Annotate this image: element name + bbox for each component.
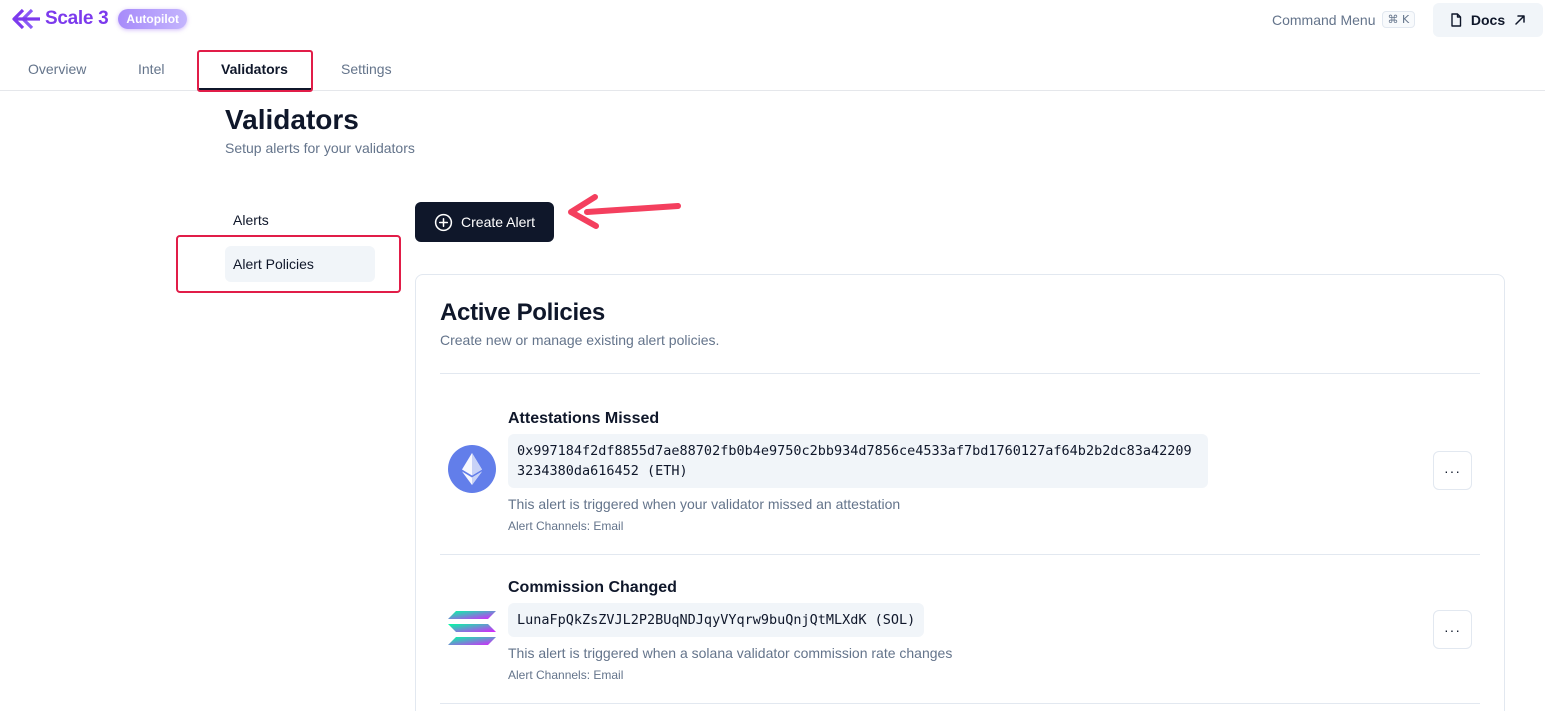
card-divider (440, 373, 1480, 374)
policy-description: This alert is triggered when your valida… (508, 496, 901, 512)
document-icon (1451, 13, 1462, 27)
command-menu[interactable]: Command Menu ⌘ K (1272, 11, 1416, 28)
create-alert-button[interactable]: Create Alert (415, 202, 554, 242)
page-subtitle: Setup alerts for your validators (225, 140, 415, 156)
policy-channels: Alert Channels: Email (508, 668, 624, 682)
validator-address: 0x997184f2df8855d7ae88702fb0b4e9750c2bb9… (508, 434, 1208, 488)
command-menu-shortcut: ⌘ K (1381, 11, 1416, 28)
scale3-logo-icon (12, 8, 40, 30)
policy-item: Commission Changed LunaFpQkZsZVJL2P2BUqN… (440, 579, 1480, 689)
active-policies-card: Active Policies Create new or manage exi… (415, 274, 1505, 711)
card-title: Active Policies (440, 299, 605, 326)
policy-divider (440, 554, 1480, 555)
docs-button[interactable]: Docs (1433, 3, 1543, 37)
policy-title: Commission Changed (508, 579, 677, 596)
tab-settings[interactable]: Settings (341, 48, 392, 90)
card-subtitle: Create new or manage existing alert poli… (440, 332, 720, 348)
policy-description: This alert is triggered when a solana va… (508, 645, 953, 661)
policy-divider (440, 703, 1480, 704)
policy-channels: Alert Channels: Email (508, 519, 624, 533)
policy-item: Attestations Missed 0x997184f2df8855d7ae… (440, 410, 1480, 533)
external-link-arrow-icon (1515, 15, 1525, 25)
validator-address: LunaFpQkZsZVJL2P2BUqNDJqyVYqrw9buQnjQtML… (508, 603, 925, 637)
side-nav-alerts[interactable]: Alerts (225, 202, 375, 238)
create-alert-label: Create Alert (461, 214, 535, 230)
annotation-arrow-icon (568, 194, 681, 229)
side-nav-highlight-box (176, 235, 401, 293)
brand-name: Scale 3 (45, 8, 109, 29)
policy-more-button[interactable]: ··· (1433, 451, 1472, 490)
solana-icon (448, 611, 496, 645)
policy-title: Attestations Missed (508, 410, 660, 427)
page-title: Validators (225, 104, 359, 135)
policy-more-button[interactable]: ··· (1433, 610, 1472, 649)
tab-intel[interactable]: Intel (138, 48, 164, 90)
ethereum-icon (448, 445, 496, 493)
tab-overview[interactable]: Overview (28, 48, 86, 90)
top-bar: Scale 3 Autopilot Command Menu ⌘ K Docs (0, 0, 1545, 40)
plus-circle-icon (434, 213, 453, 231)
autopilot-badge: Autopilot (118, 9, 188, 29)
command-menu-label: Command Menu (1272, 11, 1376, 28)
tab-highlight-box (197, 50, 313, 92)
docs-label: Docs (1470, 12, 1506, 28)
logo[interactable]: Scale 3 Autopilot (12, 8, 188, 30)
